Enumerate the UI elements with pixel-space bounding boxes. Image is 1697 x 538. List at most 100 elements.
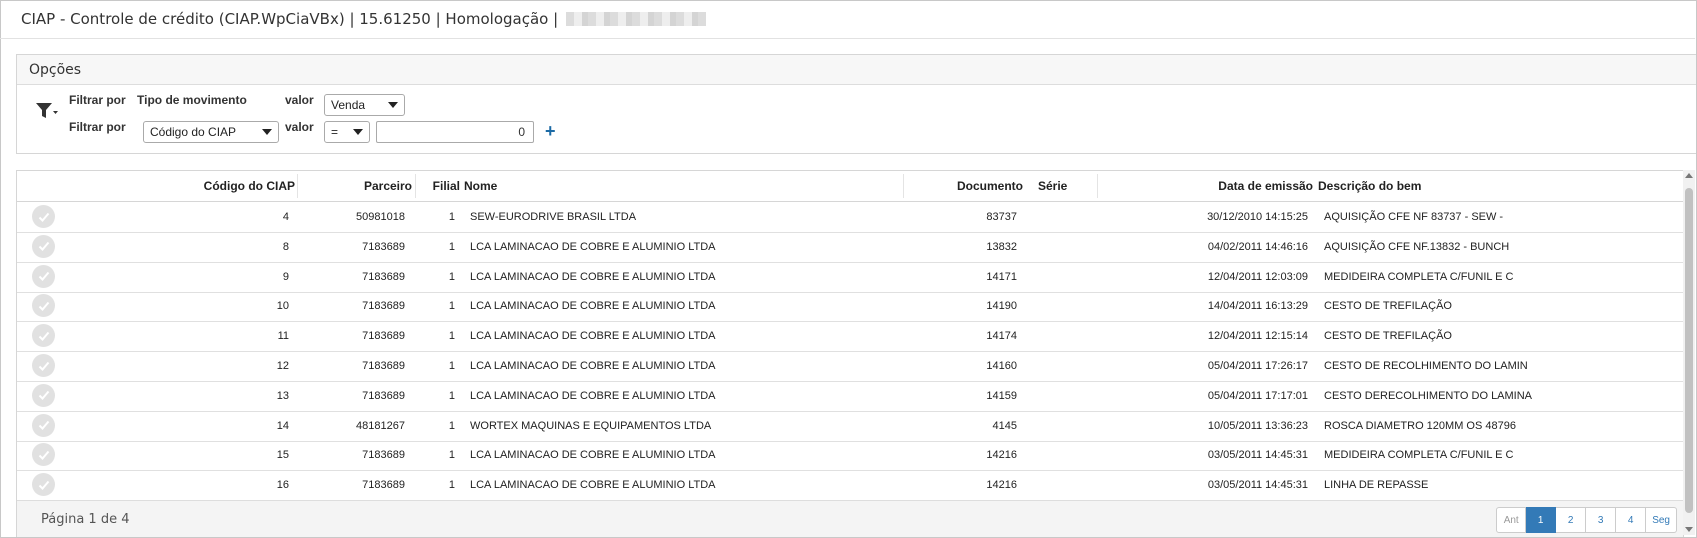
cell-nome: SEW-EURODRIVE BRASIL LTDA — [470, 211, 637, 223]
col-data[interactable]: Data de emissão — [1218, 179, 1313, 193]
page-info: Página 1 de 4 — [41, 512, 130, 527]
table-row[interactable]: 8 7183689 1 LCA LAMINACAO DE COBRE E ALUMIN… — [17, 232, 1683, 263]
col-parceiro[interactable]: Parceiro — [364, 179, 412, 193]
cell-documento: 14216 — [986, 479, 1017, 492]
cell-codigo: 15 — [276, 449, 289, 462]
table-row[interactable]: 9 7183689 1 LCA LAMINACAO DE COBRE E ALUMIN… — [17, 262, 1683, 293]
check-circle-icon[interactable] — [32, 383, 55, 407]
scroll-up-icon[interactable] — [1685, 173, 1693, 178]
table-row[interactable]: 14 48181267 1 WORTEX MAQUINAS E EQUIPAMENTO… — [17, 411, 1683, 442]
cell-data: 14/04/2011 16:13:29 — [1207, 300, 1308, 313]
cell-nome: LCA LAMINACAO DE COBRE E ALUMINIO LTDA — [470, 389, 716, 402]
cell-filial: 1 — [448, 330, 455, 343]
filter-value-input[interactable]: 0 — [376, 121, 534, 143]
table-row[interactable]: 13 7183689 1 LCA LAMINACAO DE COBRE E ALUMI… — [17, 381, 1683, 412]
cell-descricao: AQUISIÇÃO CFE NF.13832 - BUNCH — [1324, 240, 1510, 253]
page-button-3[interactable]: 3 — [1586, 507, 1617, 533]
col-documento[interactable]: Documento — [957, 179, 1023, 193]
cell-codigo: 14 — [276, 419, 289, 432]
column-divider — [297, 174, 298, 198]
cell-documento: 83737 — [986, 211, 1017, 223]
filter-value-text: 0 — [518, 125, 525, 139]
cell-filial: 1 — [448, 211, 455, 223]
col-filial[interactable]: Filial — [433, 179, 460, 193]
cell-filial: 1 — [448, 479, 455, 492]
cell-parceiro: 50981018 — [356, 211, 405, 223]
grid-header: Código do CIAP Parceiro Filial Nome Docu… — [17, 171, 1683, 202]
cell-data: 12/04/2011 12:03:09 — [1207, 270, 1308, 283]
col-codigo[interactable]: Código do CIAP — [204, 179, 295, 193]
check-circle-icon[interactable] — [32, 264, 55, 288]
check-circle-icon[interactable] — [32, 324, 55, 348]
cell-nome: LCA LAMINACAO DE COBRE E ALUMINIO LTDA — [470, 479, 716, 492]
cell-documento: 14159 — [986, 389, 1017, 402]
redacted-environment-name — [566, 12, 707, 26]
cell-filial: 1 — [448, 300, 455, 313]
cell-nome: LCA LAMINACAO DE COBRE E ALUMINIO LTDA — [470, 240, 716, 253]
cell-descricao: AQUISIÇÃO CFE NF 83737 - SEW - — [1324, 211, 1504, 223]
check-circle-icon[interactable] — [32, 294, 55, 318]
filter2-label: Filtrar por — [69, 120, 126, 134]
cell-filial: 1 — [448, 360, 455, 372]
prev-page-button[interactable]: Ant — [1496, 507, 1527, 533]
col-descricao[interactable]: Descrição do bem — [1318, 179, 1421, 193]
check-circle-icon[interactable] — [32, 413, 55, 437]
cell-codigo: 10 — [276, 300, 289, 313]
scroll-thumb[interactable] — [1685, 188, 1693, 513]
cell-parceiro: 7183689 — [362, 240, 405, 253]
movement-type-select[interactable]: Venda — [324, 94, 405, 116]
operator-select[interactable]: = — [324, 121, 370, 143]
check-circle-icon[interactable] — [32, 205, 55, 228]
cell-data: 05/04/2011 17:17:01 — [1207, 389, 1308, 402]
cell-parceiro: 7183689 — [362, 300, 405, 313]
cell-filial: 1 — [448, 419, 455, 432]
cell-data: 10/05/2011 13:36:23 — [1207, 419, 1308, 432]
table-row[interactable]: 16 7183689 1 LCA LAMINACAO DE COBRE E ALUMI… — [17, 470, 1683, 502]
table-row[interactable]: 12 7183689 1 LCA LAMINACAO DE COBRE E ALUMI… — [17, 351, 1683, 382]
options-panel: Opções Filtrar por Tipo de movimento val… — [16, 54, 1696, 154]
filter-field-value: Código do CIAP — [150, 125, 237, 139]
cell-documento: 14160 — [986, 360, 1017, 372]
grid-footer: Página 1 de 4 Ant 1 2 3 4 Seg — [17, 500, 1683, 537]
title-bar: CIAP - Controle de crédito (CIAP.WpCiaVB… — [0, 0, 1695, 39]
grid-scrollbar[interactable] — [1683, 170, 1695, 535]
add-filter-icon[interactable]: + — [545, 121, 556, 142]
page-button-1[interactable]: 1 — [1526, 507, 1557, 533]
table-row[interactable]: 4 50981018 1 SEW-EURODRIVE BRASIL LTDA 83737… — [17, 202, 1683, 233]
table-row[interactable]: 11 7183689 1 LCA LAMINACAO DE COBRE E ALUMI… — [17, 321, 1683, 353]
check-circle-icon[interactable] — [32, 234, 55, 258]
table-row[interactable]: 15 7183689 1 LCA LAMINACAO DE COBRE E ALUMI… — [17, 440, 1683, 472]
filter-field-select[interactable]: Código do CIAP — [143, 121, 279, 143]
check-circle-icon[interactable] — [32, 443, 55, 467]
cell-nome: LCA LAMINACAO DE COBRE E ALUMINIO LTDA — [470, 449, 716, 462]
cell-nome: LCA LAMINACAO DE COBRE E ALUMINIO LTDA — [470, 360, 716, 372]
chevron-down-icon — [353, 129, 363, 135]
cell-filial: 1 — [448, 389, 455, 402]
options-title: Opções — [29, 61, 82, 78]
options-header[interactable]: Opções — [17, 55, 1696, 85]
cell-codigo: 13 — [276, 389, 289, 402]
page-button-2[interactable]: 2 — [1556, 507, 1587, 533]
next-page-button[interactable]: Seg — [1646, 507, 1677, 533]
cell-parceiro: 48181267 — [356, 419, 405, 432]
cell-descricao: ROSCA DIAMETRO 120MM OS 48796 — [1324, 419, 1516, 432]
cell-descricao: CESTO DE TREFILAÇÃO — [1324, 300, 1452, 313]
col-nome[interactable]: Nome — [464, 179, 497, 193]
filter1-label: Filtrar por — [69, 93, 126, 107]
scroll-down-icon[interactable] — [1685, 527, 1693, 532]
filter1-field: Tipo de movimento — [137, 93, 247, 107]
movement-type-value: Venda — [331, 98, 366, 112]
check-circle-icon[interactable] — [32, 473, 55, 497]
cell-documento: 14171 — [986, 270, 1017, 283]
col-serie[interactable]: Série — [1038, 179, 1067, 193]
cell-parceiro: 7183689 — [362, 330, 405, 343]
table-row[interactable]: 10 7183689 1 LCA LAMINACAO DE COBRE E ALUMI… — [17, 291, 1683, 323]
cell-data: 12/04/2011 12:15:14 — [1207, 330, 1308, 343]
cell-data: 04/02/2011 14:46:16 — [1207, 240, 1308, 253]
cell-data: 03/05/2011 14:45:31 — [1207, 479, 1308, 492]
ciap-grid: Código do CIAP Parceiro Filial Nome Docu… — [16, 170, 1684, 537]
filter-icon[interactable] — [35, 100, 59, 122]
check-circle-icon[interactable] — [32, 354, 55, 377]
page-button-4[interactable]: 4 — [1616, 507, 1647, 533]
column-divider — [1097, 174, 1098, 198]
